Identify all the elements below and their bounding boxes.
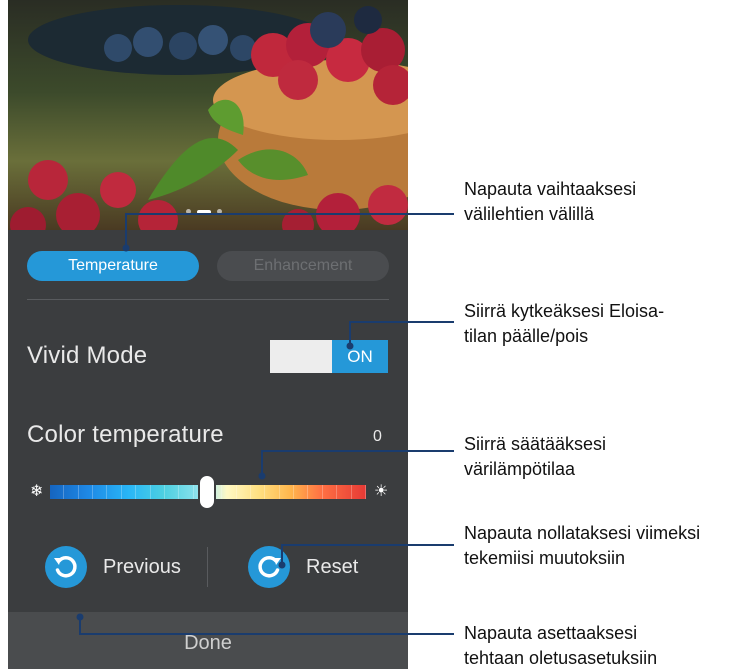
callout-temperature-slider: Siirrä säätääksesi värilämpötilaa	[464, 434, 607, 479]
callout-vivid-toggle: Siirrä kytkeäksesi Eloisa-tilan päälle/p…	[464, 301, 665, 346]
callout-tabs: Napauta vaihtaaksesi välilehtien välillä	[464, 179, 637, 224]
callout-done: Napauta asettaaksesi tehtaan oletusasetuk…	[464, 623, 658, 668]
callout-reset: Napauta nollataksesi viimeksi tekemiisi m…	[464, 523, 701, 568]
